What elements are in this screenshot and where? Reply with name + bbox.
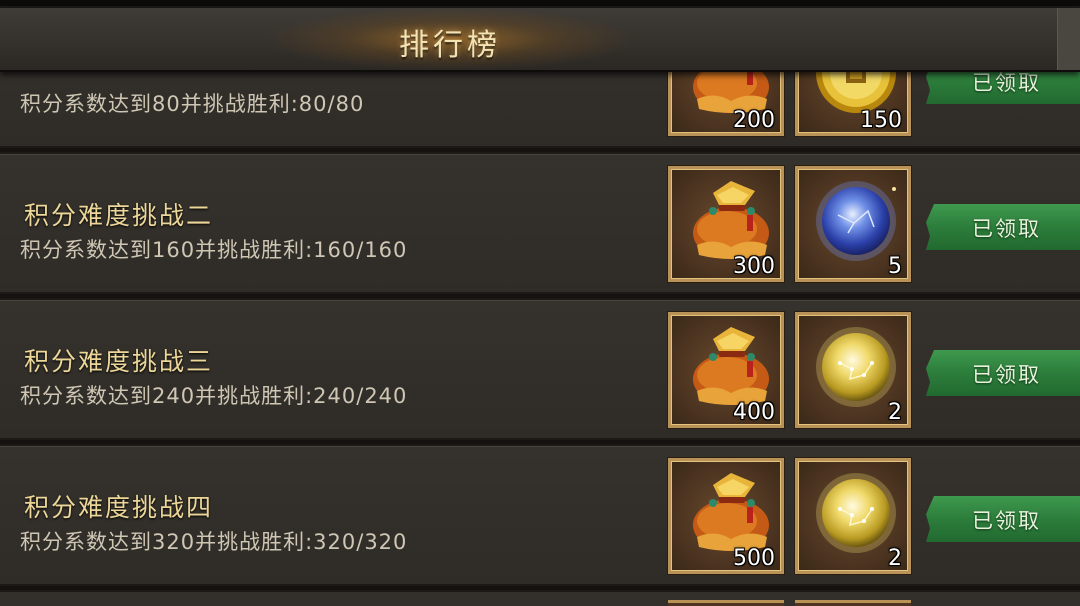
reward-slot-lucky-bag[interactable]: 300 — [668, 166, 784, 282]
row-condition: 积分系数达到240并挑战胜利:240/240 — [20, 384, 408, 408]
reward-count: 150 — [860, 108, 902, 133]
lucky-bag-icon — [693, 473, 769, 551]
page-title: 排行榜 — [399, 28, 501, 63]
claimed-button[interactable]: 已领取 — [926, 496, 1080, 542]
claimed-button-label: 已领取 — [972, 509, 1041, 533]
row-title: 积分难度挑战二 — [24, 201, 214, 230]
row-title: 积分难度挑战四 — [24, 493, 214, 522]
reward-slot-gold-orb[interactable]: 2 — [795, 312, 911, 428]
lucky-bag-icon — [693, 181, 769, 259]
reward-count: 2 — [888, 546, 902, 571]
reward-count: 5 — [888, 254, 902, 279]
next-reward-slot-partial — [668, 600, 784, 606]
ranking-panel: 积分系数达到80并挑战胜利:80/80 200 150 已领取 积分难度挑战二 … — [0, 0, 1080, 606]
claimed-button-label: 已领取 — [972, 363, 1041, 387]
reward-row-4: 积分难度挑战四 积分系数达到320并挑战胜利:320/320 500 2 已领取 — [0, 444, 1080, 586]
gold-orb-icon — [816, 327, 896, 407]
lucky-bag-icon — [693, 327, 769, 405]
next-row-partial — [0, 590, 1080, 606]
row-condition: 积分系数达到160并挑战胜利:160/160 — [20, 238, 408, 262]
row-condition: 积分系数达到80并挑战胜利:80/80 — [20, 92, 365, 116]
reward-row-2: 积分难度挑战二 积分系数达到160并挑战胜利:160/160 300 5 已领取 — [0, 152, 1080, 294]
reward-count: 400 — [733, 400, 775, 425]
reward-count: 500 — [733, 546, 775, 571]
claimed-button-label: 已领取 — [972, 217, 1041, 241]
claimed-button[interactable]: 已领取 — [926, 204, 1080, 250]
reward-slot-blue-orb[interactable]: 5 — [795, 166, 911, 282]
blue-orb-icon — [816, 181, 896, 261]
reward-count: 300 — [733, 254, 775, 279]
title-bar-edge — [1057, 8, 1080, 70]
next-reward-slot-partial — [795, 600, 911, 606]
row-title: 积分难度挑战三 — [24, 347, 214, 376]
reward-slot-lucky-bag[interactable]: 500 — [668, 458, 784, 574]
gold-orb-icon — [816, 473, 896, 553]
reward-count: 200 — [733, 108, 775, 133]
reward-count: 2 — [888, 400, 902, 425]
reward-slot-gold-orb[interactable]: 2 — [795, 458, 911, 574]
claimed-button[interactable]: 已领取 — [926, 350, 1080, 396]
row-condition: 积分系数达到320并挑战胜利:320/320 — [20, 530, 408, 554]
reward-slot-lucky-bag[interactable]: 400 — [668, 312, 784, 428]
reward-row-3: 积分难度挑战三 积分系数达到240并挑战胜利:240/240 400 2 已领取 — [0, 298, 1080, 440]
title-bar: 排行榜 — [0, 8, 1080, 72]
